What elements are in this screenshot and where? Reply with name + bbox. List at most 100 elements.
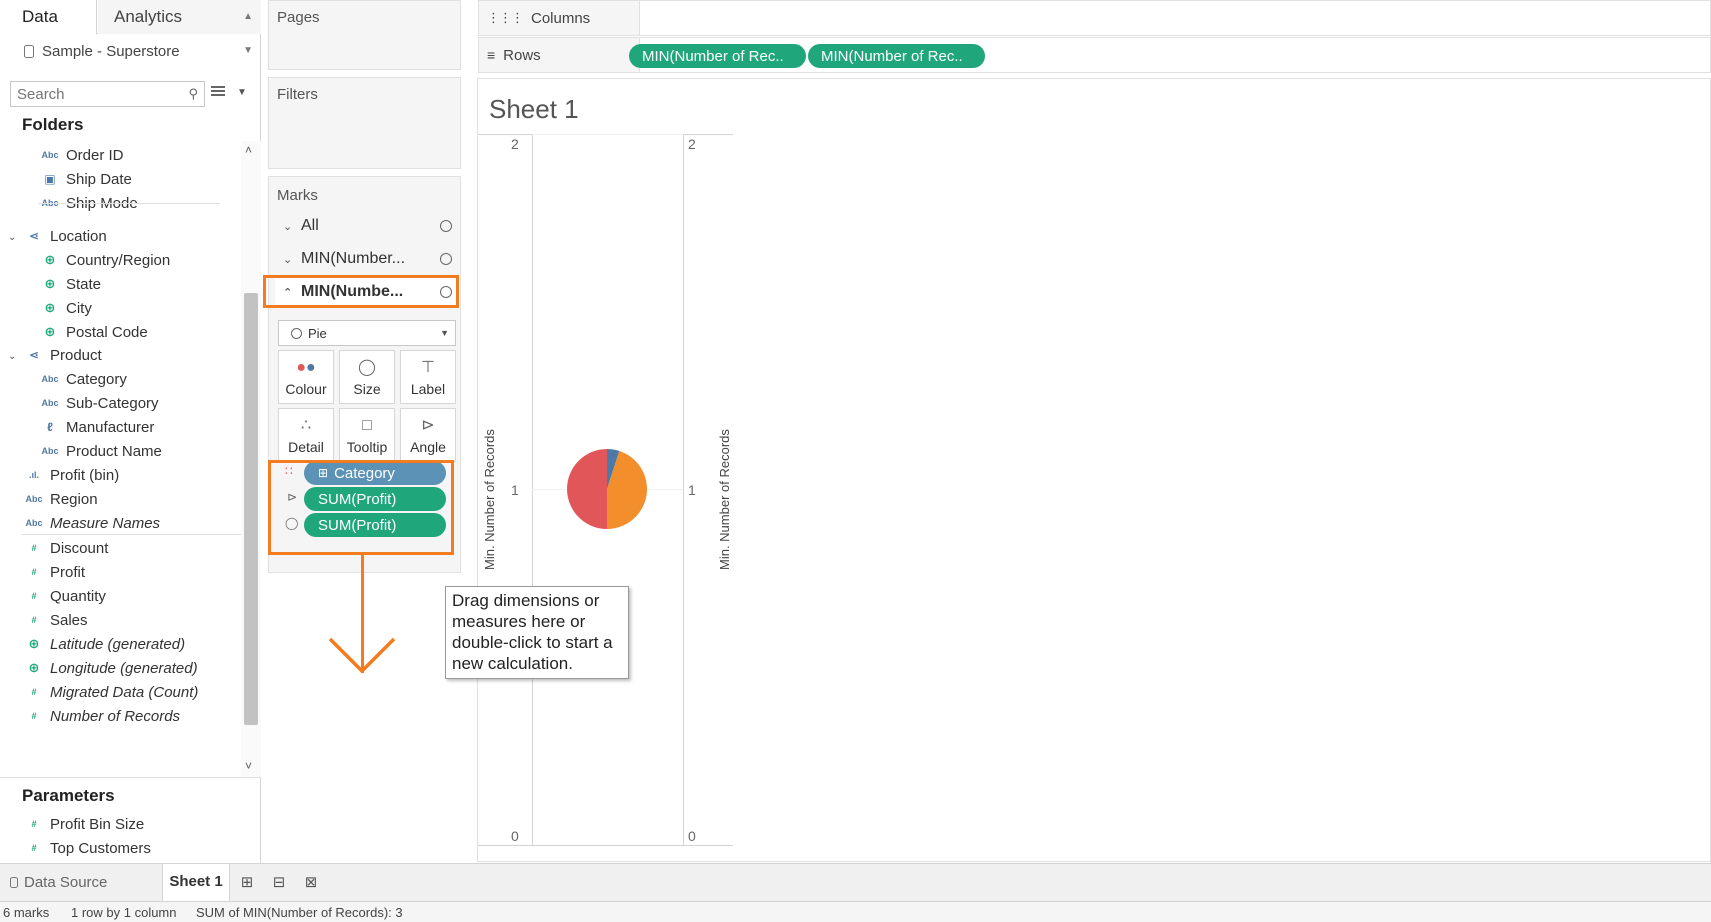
field-measure-names[interactable]: Abc Measure Names	[22, 511, 160, 535]
new-worksheet-icon[interactable]: ⊞	[237, 873, 257, 893]
tooltip-button[interactable]: □ Tooltip	[339, 408, 395, 462]
bin-histogram-icon: .ıl.	[28, 470, 39, 480]
colour-label: Colour	[285, 381, 327, 397]
pie-chart[interactable]	[565, 447, 649, 531]
field-product-name[interactable]: Abc Product Name	[38, 439, 161, 463]
filters-title: Filters	[277, 86, 318, 103]
field-discount[interactable]: # Discount	[22, 536, 108, 560]
chevron-down-icon[interactable]: ▼	[237, 87, 247, 98]
number-type-icon: #	[31, 591, 37, 601]
field-country-region[interactable]: ⊕ Country/Region	[38, 248, 171, 272]
field-label: Postal Code	[66, 323, 148, 341]
field-city[interactable]: ⊕ City	[38, 296, 92, 320]
param-profit-bin-size[interactable]: # Profit Bin Size	[22, 812, 144, 836]
rows-pill-min-records-1[interactable]: MIN(Number of Rec..	[629, 44, 806, 68]
field-product[interactable]: ⋖ Product	[22, 343, 102, 367]
chevron-down-icon[interactable]: ⌄	[8, 351, 16, 362]
field-sub-category[interactable]: Abc Sub-Category	[38, 391, 158, 415]
updown-icon[interactable]: ▲ ▼	[243, 0, 253, 68]
axis-label-right[interactable]: Min. Number of Records	[717, 429, 732, 570]
param-top-customers[interactable]: # Top Customers	[22, 836, 151, 860]
rows-shelf[interactable]: ≡ Rows MIN(Number of Rec.. MIN(Number of…	[478, 37, 1711, 73]
scroll-down-icon[interactable]: ˅	[245, 759, 252, 773]
field-location[interactable]: ⋖ Location	[22, 224, 107, 248]
pane-tabs: Data Analytics ▲ ▼	[0, 0, 261, 56]
search-icon[interactable]: ⚲	[188, 86, 198, 102]
globe-icon: ⊕	[44, 252, 56, 267]
field-sales[interactable]: # Sales	[22, 608, 87, 632]
label-button[interactable]: ⊤ Label	[400, 350, 456, 404]
field-quantity[interactable]: # Quantity	[22, 584, 105, 608]
sheet-title[interactable]: Sheet 1	[489, 94, 579, 125]
field-number-of-records[interactable]: # Number of Records	[22, 704, 180, 728]
speech-bubble-icon: □	[362, 417, 372, 434]
new-story-icon[interactable]: ⊠	[301, 873, 321, 893]
field-profit[interactable]: # Profit	[22, 560, 85, 584]
chevron-down-icon[interactable]: ⌄	[8, 232, 16, 243]
datasource-item[interactable]: Sample - Superstore	[24, 40, 180, 62]
paperclip-icon: ℓ	[47, 420, 53, 434]
axis-label-left[interactable]: Min. Number of Records	[482, 429, 497, 570]
columns-shelf[interactable]: ⋮⋮⋮ Columns	[478, 0, 1711, 36]
chevron-down-icon[interactable]: ⌄	[283, 253, 301, 266]
field-region[interactable]: Abc Region	[22, 487, 97, 511]
tab-data[interactable]: Data	[0, 0, 97, 34]
scrollbar-thumb[interactable]	[244, 293, 258, 725]
new-dashboard-icon[interactable]: ⊟	[269, 873, 289, 893]
field-state[interactable]: ⊕ State	[38, 272, 101, 296]
status-rows-cols: 1 row by 1 column	[71, 905, 177, 920]
field-latitude[interactable]: ⊕ Latitude (generated)	[22, 632, 186, 656]
field-migrated-data[interactable]: # Migrated Data (Count)	[22, 680, 198, 704]
detail-dots-icon: ∴	[300, 417, 312, 434]
field-label: Longitude (generated)	[50, 659, 198, 677]
field-ship-date[interactable]: ▣ Ship Date	[38, 167, 132, 191]
tooltip-line: Drag dimensions or	[452, 591, 600, 610]
field-longitude[interactable]: ⊕ Longitude (generated)	[22, 656, 198, 680]
pie-icon	[440, 220, 452, 232]
pie-icon	[291, 327, 302, 339]
status-marks: 6 marks	[3, 905, 50, 920]
field-label: Country/Region	[66, 251, 171, 269]
mark-type-label: Pie	[308, 325, 327, 341]
param-label: Top Customers	[50, 839, 151, 857]
size-icon: ◯	[358, 359, 376, 376]
field-order-id[interactable]: Abc Order ID	[38, 143, 124, 167]
field-list-scrollbar[interactable]: ˄ ˅	[241, 141, 261, 777]
rows-pill-min-records-2[interactable]: MIN(Number of Rec..	[808, 44, 985, 68]
field-category[interactable]: Abc Category	[38, 367, 126, 391]
pie-slice-technology[interactable]	[567, 449, 607, 529]
field-profit-bin[interactable]: .ıl. Profit (bin)	[22, 463, 119, 487]
list-view-icon[interactable]	[211, 86, 225, 100]
sheet-1-tab[interactable]: Sheet 1	[162, 864, 230, 902]
colour-button[interactable]: ●● Colour	[278, 350, 334, 404]
marks-row-min-1[interactable]: ⌄ MIN(Number...	[275, 244, 460, 274]
tab-analytics[interactable]: Analytics ▲ ▼	[98, 0, 261, 56]
field-postal-code[interactable]: ⊕ Postal Code	[38, 320, 148, 344]
size-button[interactable]: ◯ Size	[339, 350, 395, 404]
detail-button[interactable]: ∴ Detail	[278, 408, 334, 462]
datasource-label: Sample - Superstore	[42, 42, 180, 60]
tooltip-label: Tooltip	[346, 439, 388, 455]
angle-button[interactable]: ⊳ Angle	[400, 408, 456, 462]
field-manufacturer[interactable]: ℓ Manufacturer	[38, 415, 154, 439]
sheet-view[interactable]: Sheet 1 2 1 0 Min. Number of Records 2 1…	[477, 78, 1711, 862]
field-label: Order ID	[66, 146, 124, 164]
marks-row-all[interactable]: ⌄ All	[275, 211, 460, 241]
chevron-down-icon[interactable]: ⌄	[283, 220, 301, 233]
text-t-icon: ⊤	[421, 359, 435, 376]
tab-analytics-label: Analytics	[114, 7, 183, 26]
marks-row-label: MIN(Number...	[301, 250, 406, 267]
highlight-marks-pills	[268, 460, 454, 555]
tick-right-0: 0	[688, 828, 696, 844]
mark-type-dropdown[interactable]: Pie ▼	[278, 320, 456, 346]
field-label: Manufacturer	[66, 418, 155, 436]
search-input[interactable]	[11, 82, 171, 106]
number-type-icon: #	[31, 843, 37, 853]
pages-shelf[interactable]: Pages	[268, 0, 461, 70]
data-source-tab[interactable]: Data Source	[10, 874, 107, 891]
field-label: Measure Names	[50, 514, 161, 532]
size-label: Size	[353, 381, 381, 397]
filters-shelf[interactable]: Filters	[268, 77, 461, 169]
scroll-up-icon[interactable]: ˄	[245, 143, 252, 157]
annotation-arrow-head-icon	[328, 637, 396, 674]
